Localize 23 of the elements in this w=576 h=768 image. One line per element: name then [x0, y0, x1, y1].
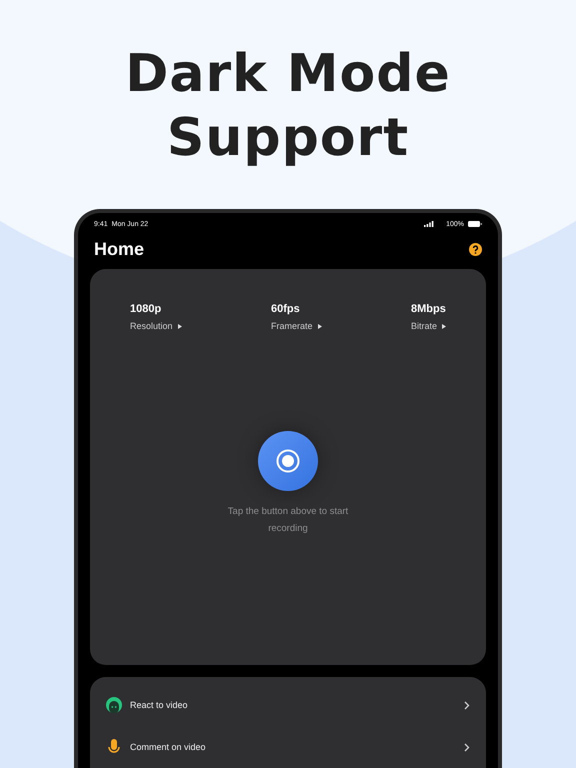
headline: Support — [166, 107, 410, 170]
face-icon — [106, 697, 122, 713]
stat-value: 1080p — [130, 303, 162, 315]
stat-selector[interactable]: Framerate — [271, 321, 322, 331]
action-item[interactable]: React to video — [106, 684, 470, 726]
signal-icon — [424, 221, 434, 227]
action-item[interactable]: Comment on video — [106, 726, 470, 768]
stat-selector[interactable]: Resolution — [130, 321, 182, 331]
battery-icon — [468, 221, 482, 227]
record-hint: Tap the button above to start recording — [226, 505, 350, 536]
record-icon — [276, 449, 300, 473]
headline: Dark Mode — [125, 43, 451, 106]
stat-selector[interactable]: Bitrate — [410, 321, 446, 331]
chevron-icon — [464, 700, 470, 710]
triangle-icon — [178, 324, 182, 328]
stat-value: 8Mbps — [410, 303, 446, 315]
page-title: Home — [94, 238, 144, 260]
triangle-icon — [318, 324, 322, 328]
microphone-icon — [106, 739, 122, 755]
stat-value: 60fps — [271, 303, 301, 315]
triangle-icon — [442, 324, 446, 328]
help-icon[interactable] — [469, 242, 482, 256]
chevron-icon — [464, 742, 470, 752]
